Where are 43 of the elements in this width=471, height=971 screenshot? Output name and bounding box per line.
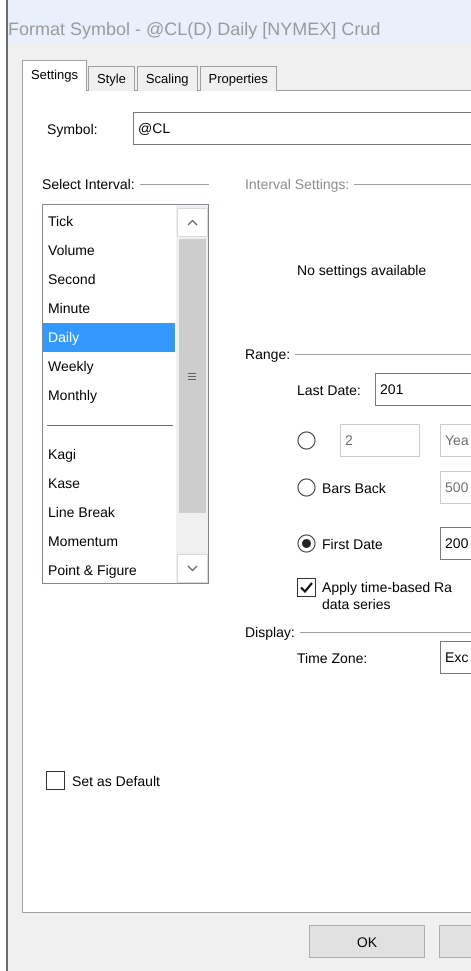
scrollbar-thumb[interactable] [178,239,206,513]
list-item[interactable]: Point & Figure [43,556,175,583]
caret-down-icon [186,565,198,572]
radio-button[interactable] [297,478,316,497]
list-item[interactable]: Monthly [43,381,175,410]
message-text: No settings available [297,262,428,279]
radio-button[interactable] [297,431,316,450]
list-item[interactable]: Weekly [43,352,175,381]
list-item[interactable]: Tick [43,207,175,236]
radio-label[interactable]: First Date [322,536,383,552]
list-item[interactable]: Minute [43,294,175,323]
input-field[interactable]: Exc [440,641,471,674]
list-item[interactable]: Kagi [43,440,175,469]
window-title: Format Symbol - @CL(D) Daily [NYMEX] Crud [8,19,380,40]
radio-label[interactable]: Bars Back [322,480,386,496]
section-label: Interval Settings: [245,176,350,192]
tab[interactable]: Style [88,66,135,91]
checkbox-label: Set as Default [72,772,160,788]
tab[interactable]: Scaling [136,66,198,91]
checkbox-label: Apply time-based Ra [322,579,452,596]
list-item[interactable]: Second [43,265,175,294]
list-item[interactable]: Volume [43,236,175,265]
checkbox[interactable] [46,771,65,790]
input-field[interactable]: 200 [440,527,471,560]
input-field[interactable]: @CL [133,112,471,145]
caret-up-icon [186,219,198,226]
tab[interactable]: Settings [22,60,87,91]
grip-icon [188,372,196,380]
field-label: Time Zone: [297,650,368,666]
ok-button[interactable]: OK [309,925,425,958]
section-label: Range: [245,346,290,362]
field-label: Last Date: [297,382,362,398]
section-label: Display: [245,624,295,640]
field-label: Symbol: [47,120,99,136]
tab[interactable]: Properties [200,66,277,91]
checkbox-label: data series [322,596,392,613]
radio-button[interactable] [297,534,316,553]
input-field[interactable]: 201 [375,373,471,406]
list-item[interactable]: Line Break [43,498,175,527]
list-item[interactable]: Kase [43,469,175,498]
section-label: Select Interval: [42,176,135,192]
list-item[interactable]: Momentum [43,527,175,556]
checkbox[interactable] [297,578,316,597]
